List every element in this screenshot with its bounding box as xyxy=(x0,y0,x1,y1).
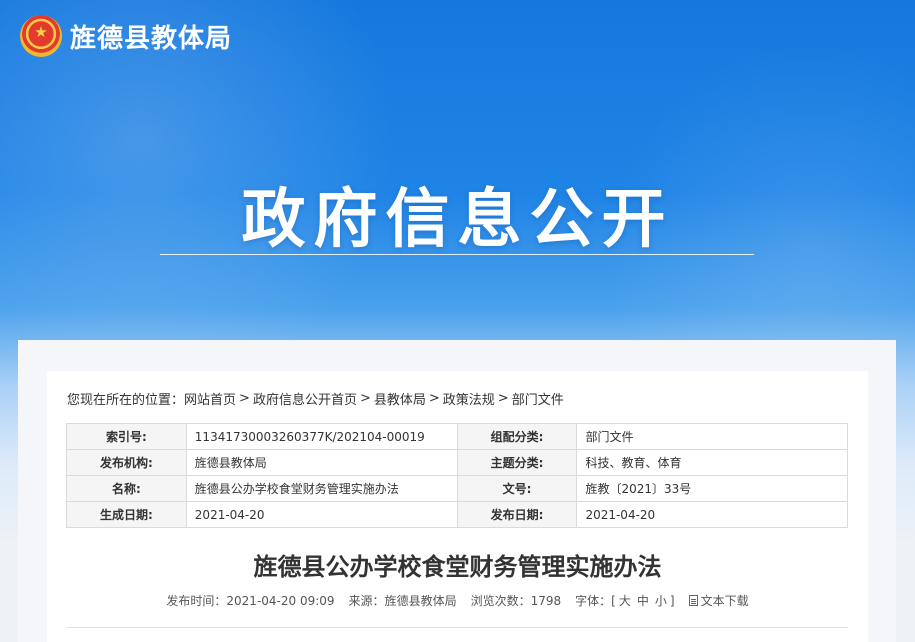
table-row: 发布机构: 旌德县教体局 主题分类: 科技、教育、体育 xyxy=(66,449,848,476)
breadcrumb-separator: > xyxy=(497,391,509,406)
font-size-large-button[interactable]: 大 xyxy=(619,592,631,609)
info-label: 索引号: xyxy=(66,423,187,450)
text-download-label[interactable]: 文本下载 xyxy=(701,594,749,608)
info-value: 科技、教育、体育 xyxy=(576,449,848,476)
document-icon xyxy=(688,595,698,606)
views-count: 1798 xyxy=(530,593,562,608)
table-row: 索引号: 11341730003260377K/202104-00019 组配分… xyxy=(66,423,848,450)
info-label: 发布机构: xyxy=(66,449,187,476)
info-label: 主题分类: xyxy=(456,449,578,476)
font-size-label: 字体： xyxy=(575,594,612,608)
document-title: 旌德县公办学校食堂财务管理实施办法 xyxy=(253,553,662,581)
info-value: 旌德县公办学校食堂财务管理实施办法 xyxy=(185,475,458,502)
hero-divider xyxy=(160,254,754,255)
info-value: 旌教〔2021〕33号 xyxy=(576,475,848,502)
info-label: 文号: xyxy=(456,475,578,502)
breadcrumb-separator: > xyxy=(359,391,371,406)
document-meta: 发布时间： 2021-04-20 09:09 来源： 旌德县教体局 浏览次数： … xyxy=(47,592,868,609)
national-emblem-icon xyxy=(20,15,62,57)
views-label: 浏览次数： xyxy=(470,594,531,608)
breadcrumb-dept-docs[interactable]: 部门文件 xyxy=(512,389,564,408)
source-value: 旌德县教体局 xyxy=(384,594,457,608)
info-value: 部门文件 xyxy=(576,423,848,450)
table-row: 生成日期: 2021-04-20 发布日期: 2021-04-20 xyxy=(66,501,848,528)
breadcrumb-bureau[interactable]: 县教体局 xyxy=(374,389,426,408)
breadcrumb-gov-info[interactable]: 政府信息公开首页 xyxy=(253,389,357,408)
text-download-button[interactable]: 文本下载 xyxy=(688,592,749,609)
source-label: 来源： xyxy=(348,594,385,608)
font-size-bracket: ] xyxy=(669,593,675,608)
publish-time-label: 发布时间： xyxy=(166,594,227,608)
font-size-small-button[interactable]: 小 xyxy=(655,592,667,609)
breadcrumb-prefix: 您现在所在的位置： xyxy=(67,393,185,408)
hero-title: 政府信息公开 xyxy=(241,183,674,257)
info-label: 生成日期: xyxy=(66,501,187,528)
breadcrumb: 您现在所在的位置： 网站首页 > 政府信息公开首页 > 县教体局 > 政策法规 … xyxy=(67,389,564,408)
breadcrumb-policy[interactable]: 政策法规 xyxy=(443,389,495,408)
info-value: 旌德县教体局 xyxy=(185,449,458,476)
site-title[interactable]: 旌德县教体局 xyxy=(70,18,232,55)
table-row: 名称: 旌德县公办学校食堂财务管理实施办法 文号: 旌教〔2021〕33号 xyxy=(66,475,848,502)
breadcrumb-separator: > xyxy=(239,391,250,406)
site-header[interactable]: 旌德县教体局 xyxy=(20,14,232,58)
font-size-medium-button[interactable]: 中 xyxy=(637,592,649,609)
font-size-bracket: [ xyxy=(611,593,616,608)
info-label: 名称: xyxy=(66,475,187,502)
info-label: 组配分类: xyxy=(456,423,578,450)
breadcrumb-home[interactable]: 网站首页 xyxy=(184,389,236,408)
info-label: 发布日期: xyxy=(456,501,578,528)
info-value: 2021-04-20 xyxy=(185,501,458,528)
breadcrumb-separator: > xyxy=(428,391,440,406)
info-value: 11341730003260377K/202104-00019 xyxy=(185,423,458,450)
divider xyxy=(66,627,848,628)
article-container: 您现在所在的位置： 网站首页 > 政府信息公开首页 > 县教体局 > 政策法规 … xyxy=(47,371,868,642)
publish-time: 2021-04-20 09:09 xyxy=(226,593,335,608)
info-value: 2021-04-20 xyxy=(576,501,848,528)
document-info-table: 索引号: 11341730003260377K/202104-00019 组配分… xyxy=(66,423,848,528)
